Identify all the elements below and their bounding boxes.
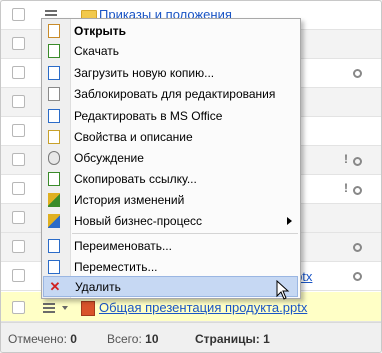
move-icon — [48, 260, 60, 274]
row-checkbox[interactable] — [12, 95, 25, 108]
menu-item-lock[interactable]: Заблокировать для редактирования — [42, 84, 298, 104]
edit-icon — [48, 109, 60, 123]
menu-item-copy-link[interactable]: Скопировать ссылку... — [42, 169, 298, 189]
menu-item-open[interactable]: Открыть — [42, 21, 298, 41]
context-menu: Открыть Скачать Загрузить новую копию...… — [41, 18, 301, 299]
menu-item-move[interactable]: Переместить... — [42, 257, 298, 277]
menu-item-download[interactable]: Скачать — [42, 41, 298, 61]
properties-icon — [48, 130, 60, 144]
menu-item-history[interactable]: История изменений — [42, 190, 298, 210]
upload-icon — [48, 66, 60, 80]
row-checkbox[interactable] — [12, 182, 25, 195]
pages: Страницы: 1 — [195, 332, 270, 346]
menu-item-discussion[interactable]: Обсуждение — [42, 148, 298, 168]
menu-item-delete[interactable]: ✕ Удалить — [43, 276, 298, 297]
selected-count: Отмечено: 0 — [8, 332, 77, 346]
chat-icon — [48, 151, 60, 165]
row-checkbox[interactable] — [12, 153, 25, 166]
history-icon — [48, 193, 60, 207]
mouse-cursor-icon — [276, 280, 290, 300]
submenu-arrow-icon — [287, 217, 292, 225]
status-icon — [353, 272, 362, 281]
menu-separator — [72, 233, 298, 234]
menu-item-properties[interactable]: Свойства и описание — [42, 127, 298, 147]
download-icon — [48, 44, 60, 58]
row-checkbox[interactable] — [12, 124, 25, 137]
row-checkbox[interactable] — [12, 211, 25, 224]
menu-item-edit-ms-office[interactable]: Редактировать в MS Office — [42, 106, 298, 126]
delete-icon: ✕ — [49, 279, 61, 294]
status-icon — [353, 186, 362, 195]
row-checkbox[interactable] — [12, 8, 25, 21]
row-checkbox[interactable] — [12, 240, 25, 253]
status-icon — [353, 157, 362, 166]
dropdown-arrow-icon[interactable] — [62, 306, 68, 310]
warning-icon: ! — [344, 181, 348, 195]
list-footer: Отмечено: 0 Всего: 10 Страницы: 1 — [1, 322, 381, 352]
menu-item-rename[interactable]: Переименовать... — [42, 236, 298, 256]
lock-icon — [48, 87, 60, 101]
warning-icon: ! — [344, 152, 348, 166]
menu-item-new-workflow[interactable]: Новый бизнес-процесс — [42, 211, 298, 231]
total-count: Всего: 10 — [107, 332, 159, 346]
status-icon — [353, 69, 362, 78]
row-checkbox[interactable] — [12, 66, 25, 79]
pptx-file-icon — [81, 301, 95, 316]
copy-link-icon — [48, 172, 60, 186]
row-menu-icon[interactable] — [43, 303, 55, 313]
row-checkbox[interactable] — [12, 301, 25, 314]
rename-icon — [48, 239, 60, 253]
workflow-icon — [48, 214, 60, 228]
row-checkbox[interactable] — [12, 37, 25, 50]
document-icon — [48, 24, 60, 38]
row-link[interactable]: Общая презентация продукта.pptx — [99, 300, 307, 315]
row-checkbox[interactable] — [12, 269, 25, 282]
status-icon — [353, 243, 362, 252]
menu-item-upload-new-copy[interactable]: Загрузить новую копию... — [42, 63, 298, 83]
